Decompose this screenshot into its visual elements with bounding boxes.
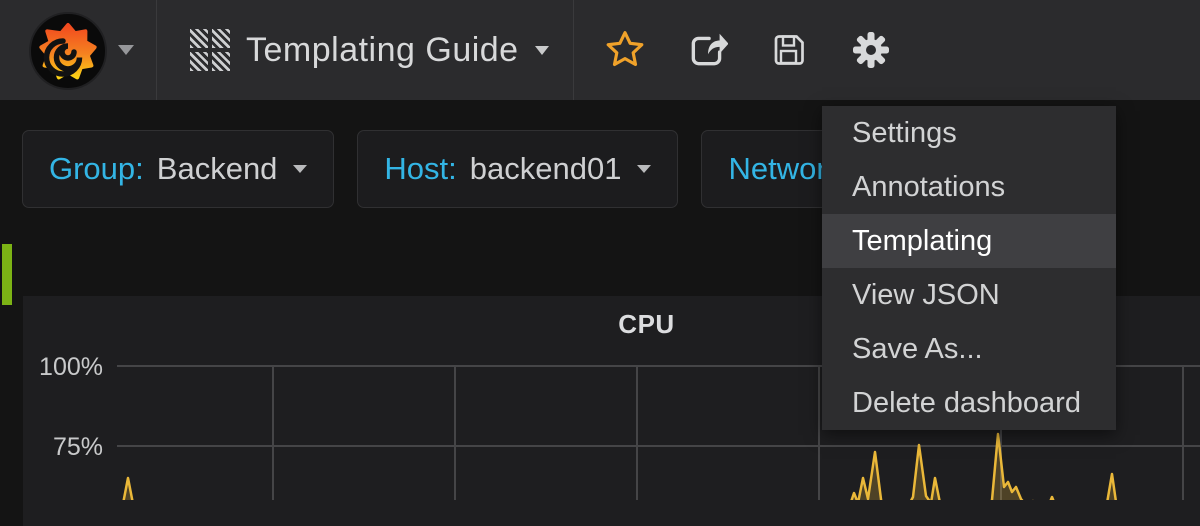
- menu-item-annotations[interactable]: Annotations: [822, 160, 1116, 214]
- menu-item-save-as[interactable]: Save As...: [822, 322, 1116, 376]
- variable-label: Group:: [49, 151, 144, 187]
- caret-down-icon: [293, 165, 307, 173]
- menu-item-templating[interactable]: Templating: [822, 214, 1116, 268]
- gear-icon[interactable]: [850, 29, 892, 71]
- menu-item-view-json[interactable]: View JSON: [822, 268, 1116, 322]
- menu-item-delete-dashboard[interactable]: Delete dashboard: [822, 376, 1116, 430]
- top-navbar: Templating Guide: [0, 0, 1200, 100]
- share-icon[interactable]: [686, 29, 728, 71]
- variable-group-dropdown[interactable]: Group: Backend: [22, 130, 334, 208]
- navbar-toolbar: [574, 0, 892, 100]
- variable-value: Backend: [157, 151, 278, 187]
- variable-label: Host:: [384, 151, 456, 187]
- dashboard-title[interactable]: Templating Guide: [246, 31, 519, 70]
- caret-down-icon: [637, 165, 651, 173]
- variable-host-dropdown[interactable]: Host: backend01: [357, 130, 678, 208]
- star-icon[interactable]: [604, 29, 646, 71]
- logo-dropdown-caret-icon[interactable]: [118, 45, 134, 55]
- grafana-logo-icon[interactable]: [28, 10, 108, 90]
- variable-value: backend01: [470, 151, 622, 187]
- menu-item-settings[interactable]: Settings: [822, 106, 1116, 160]
- settings-dropdown-menu: Settings Annotations Templating View JSO…: [822, 106, 1116, 430]
- dashboard-title-caret-icon[interactable]: [535, 46, 549, 55]
- dashboard-title-section[interactable]: Templating Guide: [157, 0, 574, 100]
- row-collapse-handle[interactable]: [2, 244, 12, 305]
- grafana-logo-section[interactable]: [0, 0, 157, 100]
- save-icon[interactable]: [768, 29, 810, 71]
- dashboard-grid-icon: [190, 29, 230, 71]
